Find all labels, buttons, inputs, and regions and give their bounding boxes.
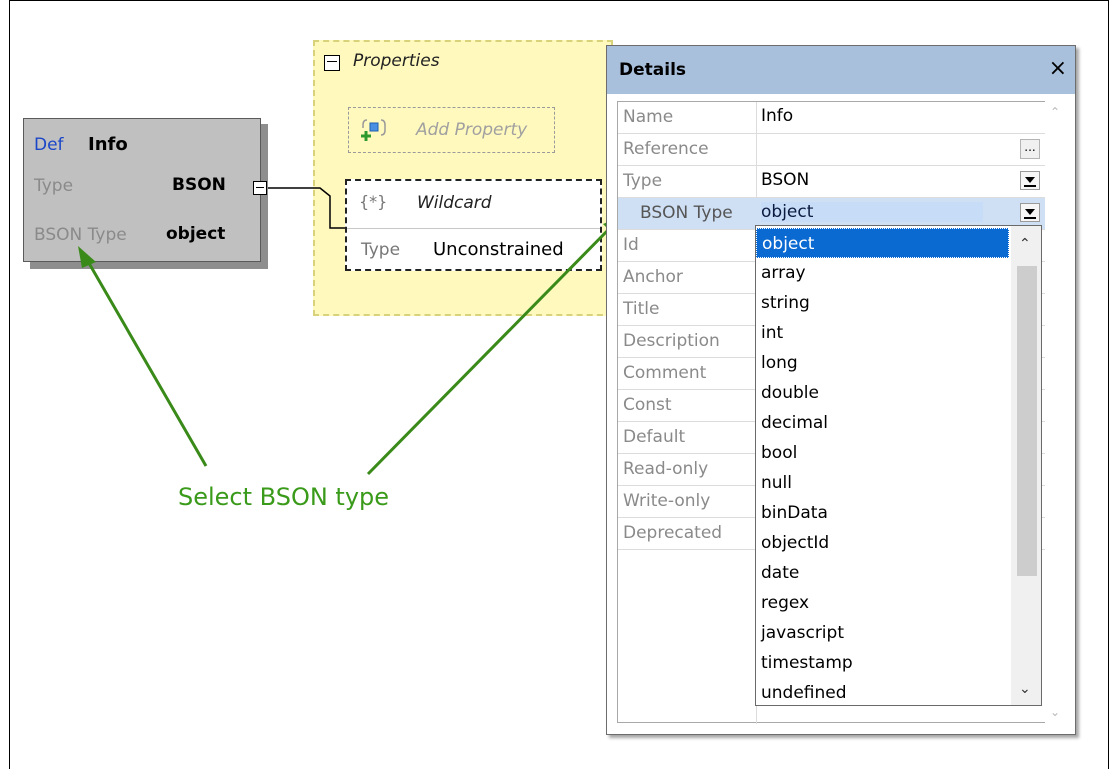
row-key: Id xyxy=(623,235,639,255)
details-title: Details xyxy=(619,60,687,80)
row-key: Type xyxy=(623,171,663,191)
option-objectid[interactable]: objectId xyxy=(756,528,1009,558)
row-key: Anchor xyxy=(623,267,683,287)
bson-type-dropdown-button[interactable] xyxy=(1020,203,1040,222)
option-timestamp[interactable]: timestamp xyxy=(756,648,1009,678)
row-key: Deprecated xyxy=(623,523,723,543)
scroll-up-icon[interactable]: ⌃ xyxy=(1050,105,1060,119)
row-key: Comment xyxy=(623,363,707,383)
option-bool[interactable]: bool xyxy=(756,438,1009,468)
close-icon[interactable]: × xyxy=(1049,56,1067,81)
row-value: BSON xyxy=(761,170,810,190)
row-key: Title xyxy=(623,299,660,319)
details-row-name[interactable]: Name Info xyxy=(618,102,1046,134)
details-row-reference[interactable]: Reference ... xyxy=(618,134,1046,166)
scroll-up-icon[interactable]: ⌃ xyxy=(1019,236,1031,252)
row-key: Default xyxy=(623,427,686,447)
row-value: Info xyxy=(761,106,794,126)
dropdown-scrollbar[interactable]: ⌃ ⌄ xyxy=(1011,226,1041,705)
arrow-head-def xyxy=(78,246,96,268)
option-decimal[interactable]: decimal xyxy=(756,408,1009,438)
row-key: Read-only xyxy=(623,459,709,479)
option-null[interactable]: null xyxy=(756,468,1009,498)
row-key: Reference xyxy=(623,139,709,159)
scroll-down-icon[interactable]: ⌄ xyxy=(1050,705,1060,719)
option-undefined[interactable]: undefined xyxy=(756,678,1009,708)
option-double[interactable]: double xyxy=(756,378,1009,408)
option-date[interactable]: date xyxy=(756,558,1009,588)
option-regex[interactable]: regex xyxy=(756,588,1009,618)
option-bindata[interactable]: binData xyxy=(756,498,1009,528)
scroll-thumb[interactable] xyxy=(1017,266,1037,576)
ellipsis-button[interactable]: ... xyxy=(1020,139,1040,159)
option-javascript[interactable]: javascript xyxy=(756,618,1009,648)
arrow-to-details xyxy=(366,224,614,476)
row-key: Const xyxy=(623,395,672,415)
option-object[interactable]: object xyxy=(756,228,1009,258)
row-key: BSON Type xyxy=(640,203,733,223)
details-scrollbar[interactable]: ⌃ ⌄ xyxy=(1045,101,1065,723)
bson-type-dropdown-list[interactable]: object array string int long double deci… xyxy=(755,225,1042,706)
option-string[interactable]: string xyxy=(756,288,1009,318)
details-header: Details × xyxy=(607,46,1075,94)
option-long[interactable]: long xyxy=(756,348,1009,378)
option-int[interactable]: int xyxy=(756,318,1009,348)
arrow-to-def xyxy=(84,257,208,467)
row-key: Name xyxy=(623,107,674,127)
annotation-caption: Select BSON type xyxy=(178,483,390,511)
option-array[interactable]: array xyxy=(756,258,1009,288)
type-dropdown-button[interactable] xyxy=(1020,171,1040,190)
details-row-type[interactable]: Type BSON xyxy=(618,166,1046,198)
row-key: Write-only xyxy=(623,491,711,511)
row-key: Description xyxy=(623,331,720,351)
connector-line xyxy=(268,187,345,229)
bson-type-value[interactable]: object xyxy=(761,202,984,222)
scroll-down-icon[interactable]: ⌄ xyxy=(1019,681,1031,697)
